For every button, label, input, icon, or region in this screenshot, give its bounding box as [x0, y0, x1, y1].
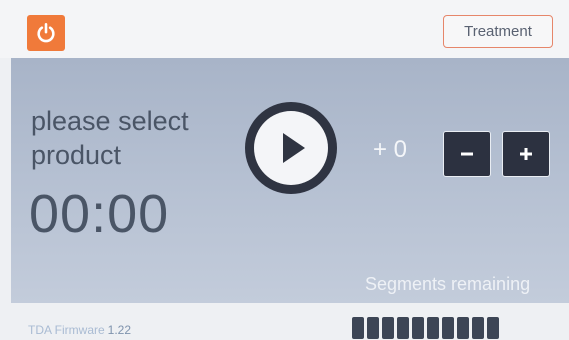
offset-value: + 0	[373, 136, 408, 163]
top-bar: Treatment	[0, 0, 569, 58]
segment-block	[382, 317, 394, 339]
main-panel: please select product 00:00 + 0 Segments…	[11, 58, 569, 303]
firmware-version: 1.22	[107, 323, 132, 337]
decrement-button[interactable]	[443, 131, 491, 177]
footer: TDA Firmware 1.22	[0, 303, 569, 340]
segment-block	[367, 317, 379, 339]
play-icon	[283, 133, 305, 163]
segment-block	[442, 317, 454, 339]
power-icon	[37, 23, 55, 43]
treatment-button[interactable]: Treatment	[443, 15, 553, 48]
segment-block	[412, 317, 424, 339]
product-prompt: please select product	[31, 106, 189, 170]
increment-button[interactable]	[502, 131, 550, 177]
timer-display: 00:00	[29, 184, 170, 244]
power-button[interactable]	[27, 15, 65, 51]
play-button[interactable]	[245, 102, 337, 194]
segment-block	[397, 317, 409, 339]
segment-block	[427, 317, 439, 339]
segment-block	[487, 317, 499, 339]
segments-indicator	[352, 317, 499, 339]
segment-block	[352, 317, 364, 339]
firmware-label: TDA Firmware	[28, 323, 105, 337]
minus-icon	[461, 152, 473, 156]
play-button-face	[254, 111, 328, 185]
firmware-info: TDA Firmware 1.22	[28, 323, 131, 337]
segment-block	[472, 317, 484, 339]
segments-remaining-label: Segments remaining	[365, 274, 531, 294]
plus-icon	[520, 148, 532, 160]
segment-block	[457, 317, 469, 339]
